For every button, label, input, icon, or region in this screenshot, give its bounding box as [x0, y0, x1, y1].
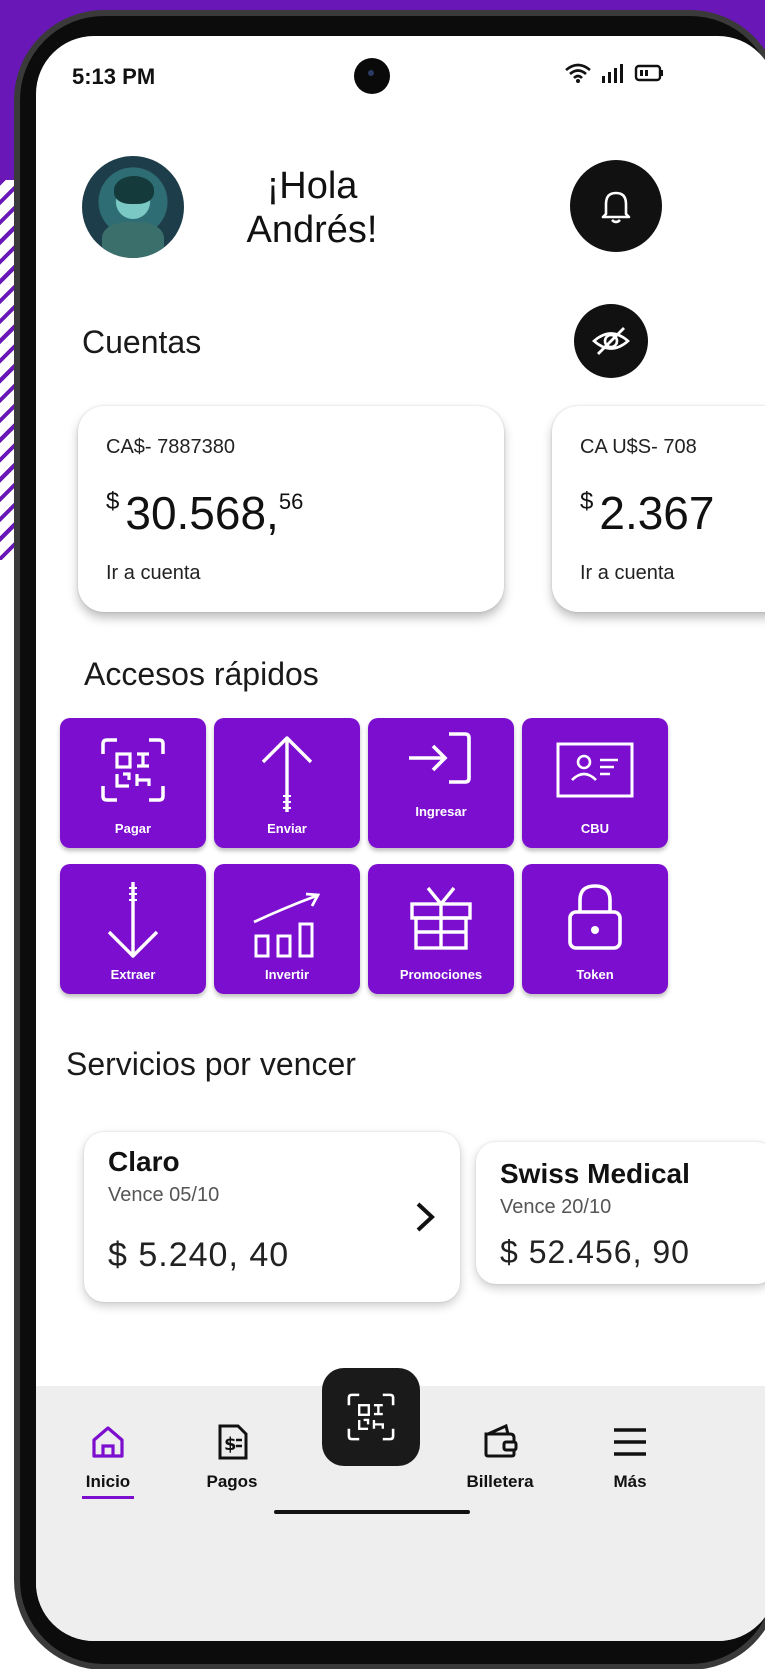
- bill-icon: $: [218, 1424, 248, 1460]
- quick-access-cbu[interactable]: CBU: [522, 718, 668, 848]
- account-card[interactable]: CA$- 7887380 $30.568,56 Ir a cuenta: [78, 406, 504, 612]
- balance-cents: 56: [278, 489, 304, 514]
- hide-balance-button[interactable]: [574, 304, 648, 378]
- services-title: Servicios por vencer: [66, 1046, 356, 1082]
- quick-access-label: Extraer: [110, 967, 156, 982]
- service-name: Swiss Medical: [500, 1158, 690, 1189]
- quick-access-pagar[interactable]: Pagar: [60, 718, 206, 848]
- home-indicator[interactable]: [274, 1510, 470, 1514]
- active-tab-indicator: [82, 1496, 134, 1499]
- quick-access-label: Promociones: [399, 967, 483, 982]
- status-icons: [564, 62, 664, 84]
- front-camera: [354, 58, 390, 94]
- account-balance: $2.367: [580, 486, 714, 540]
- id-card-icon: [556, 742, 634, 798]
- quick-access-grid: Pagar Enviar Ingresar CBU Extraer Invert…: [60, 718, 680, 994]
- accounts-title: Cuentas: [82, 324, 202, 360]
- quick-access-invertir[interactable]: Invertir: [214, 864, 360, 994]
- wallet-icon: [484, 1423, 518, 1458]
- nav-item-inicio[interactable]: Inicio: [58, 1422, 158, 1492]
- quick-access-label: Invertir: [264, 967, 310, 982]
- quick-access-label: Token: [576, 967, 614, 982]
- service-card[interactable]: Claro Vence 05/10 $ 5.240, 40: [84, 1132, 460, 1302]
- quick-access-label: CBU: [580, 821, 610, 836]
- currency-symbol: $: [580, 488, 594, 515]
- wifi-icon: [565, 63, 591, 83]
- home-icon: [92, 1426, 124, 1458]
- service-card[interactable]: Swiss Medical Vence 20/10 $ 52.456, 90: [476, 1142, 765, 1284]
- quick-access-label: Pagar: [114, 821, 152, 836]
- balance-amount: 2.367: [599, 487, 715, 539]
- arrow-down-icon: [107, 882, 159, 958]
- lock-icon: [568, 884, 622, 950]
- status-time: 5:13 PM: [72, 64, 156, 89]
- nav-label: Inicio: [85, 1472, 131, 1491]
- scan-qr-button[interactable]: [322, 1368, 420, 1466]
- quick-access-title: Accesos rápidos: [84, 656, 319, 692]
- go-to-account-link[interactable]: Ir a cuenta: [580, 562, 675, 585]
- quick-access-extraer[interactable]: Extraer: [60, 864, 206, 994]
- greeting-text: ¡Hola Andrés!: [246, 165, 378, 251]
- account-balance: $30.568,56: [106, 486, 303, 540]
- gift-icon: [410, 886, 472, 950]
- menu-icon: [614, 1428, 646, 1456]
- nav-item-billetera[interactable]: Billetera: [450, 1422, 550, 1492]
- nav-label: Pagos: [206, 1472, 258, 1491]
- svg-text:$: $: [224, 1434, 237, 1455]
- quick-access-label: Enviar: [267, 821, 307, 836]
- go-to-account-link[interactable]: Ir a cuenta: [106, 562, 201, 585]
- service-name: Claro: [108, 1146, 180, 1177]
- nav-label: Más: [613, 1472, 647, 1491]
- battery-icon: [634, 64, 663, 82]
- avatar[interactable]: [82, 156, 184, 258]
- nav-item-pagos[interactable]: $ Pagos: [182, 1422, 282, 1492]
- nav-label: Billetera: [466, 1472, 534, 1491]
- eye-off-icon: [592, 327, 630, 355]
- arrow-up-icon: [261, 736, 313, 812]
- account-id: CA$- 7887380: [106, 436, 235, 458]
- quick-access-token[interactable]: Token: [522, 864, 668, 994]
- notifications-button[interactable]: [570, 160, 662, 252]
- service-due-date: Vence 05/10: [108, 1184, 220, 1206]
- service-due-date: Vence 20/10: [500, 1196, 612, 1218]
- service-amount: $ 52.456, 90: [500, 1234, 690, 1270]
- quick-access-promociones[interactable]: Promociones: [368, 864, 514, 994]
- account-card[interactable]: CA U$S- 708 $2.367 Ir a cuenta: [552, 406, 765, 612]
- login-icon: [409, 732, 471, 784]
- nav-item-mas[interactable]: Más: [580, 1422, 680, 1492]
- chart-growth-icon: [253, 892, 321, 958]
- signal-icon: [602, 64, 623, 83]
- balance-amount: 30.568,: [125, 487, 279, 539]
- qr-scan-icon: [101, 738, 165, 802]
- chevron-right-icon[interactable]: [414, 1200, 436, 1234]
- status-bar: 5:13 PM: [36, 36, 765, 116]
- service-amount: $ 5.240, 40: [108, 1236, 290, 1274]
- account-id: CA U$S- 708: [580, 436, 697, 458]
- qr-scan-icon: [347, 1393, 395, 1441]
- bell-icon: [601, 191, 631, 224]
- quick-access-enviar[interactable]: Enviar: [214, 718, 360, 848]
- quick-access-ingresar[interactable]: Ingresar: [368, 718, 514, 848]
- currency-symbol: $: [106, 488, 120, 515]
- app-screen: 5:13 PM ¡Hola Andrés! Cuentas CA$- 78873…: [36, 36, 765, 1641]
- quick-access-label: Ingresar: [415, 803, 467, 819]
